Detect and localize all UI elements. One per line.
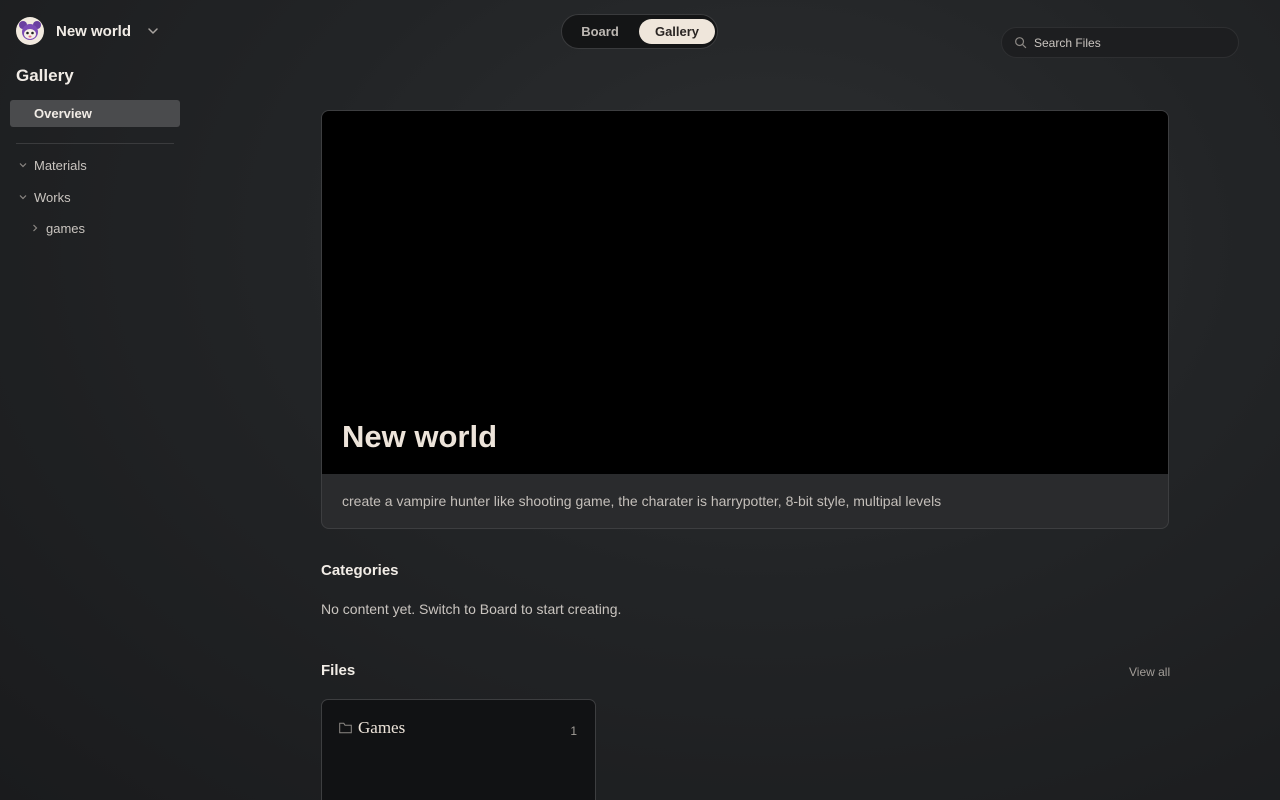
view-all-link[interactable]: View all: [1129, 665, 1170, 679]
sidebar-item-overview[interactable]: Overview: [10, 100, 180, 127]
chevron-right-icon: [33, 224, 38, 232]
tree-item-games[interactable]: games: [30, 219, 85, 237]
search-bar: [1001, 27, 1239, 58]
board-tab[interactable]: Board: [566, 19, 634, 44]
file-count: 1: [570, 724, 577, 738]
avatar: [16, 17, 44, 45]
world-hero-card: New world create a vampire hunter like s…: [321, 110, 1169, 529]
file-card-games[interactable]: Games 1: [321, 699, 596, 800]
mascot-icon: [19, 21, 41, 40]
chevron-down-icon: [19, 195, 27, 200]
hero-description: create a vampire hunter like shooting ga…: [342, 493, 942, 509]
categories-empty-text: No content yet. Switch to Board to start…: [321, 601, 622, 617]
sidebar-divider: [16, 143, 174, 144]
view-toggle: Board Gallery: [561, 14, 718, 49]
folder-icon: [339, 722, 352, 734]
world-switcher[interactable]: New world: [16, 17, 161, 45]
categories-title: Categories: [321, 562, 399, 579]
sidebar: New world Gallery Overview Materials Wor…: [0, 0, 190, 800]
tree-item-works[interactable]: Works: [18, 188, 71, 206]
chevron-down-icon: [148, 28, 158, 34]
tree-item-label: Works: [34, 189, 71, 205]
tree-item-label: games: [46, 220, 86, 236]
files-title: Files: [321, 662, 356, 679]
chevron-down-icon: [19, 163, 27, 168]
hero-title: New world: [342, 419, 498, 454]
file-name: Games: [358, 718, 406, 737]
tree-item-label: Materials: [34, 157, 87, 173]
gallery-tab[interactable]: Gallery: [639, 19, 715, 44]
tree-item-materials[interactable]: Materials: [18, 156, 87, 174]
world-name: New world: [56, 22, 132, 40]
sidebar-title: Gallery: [16, 66, 74, 85]
search-icon: [1015, 37, 1027, 49]
search-input[interactable]: [1034, 35, 1224, 50]
